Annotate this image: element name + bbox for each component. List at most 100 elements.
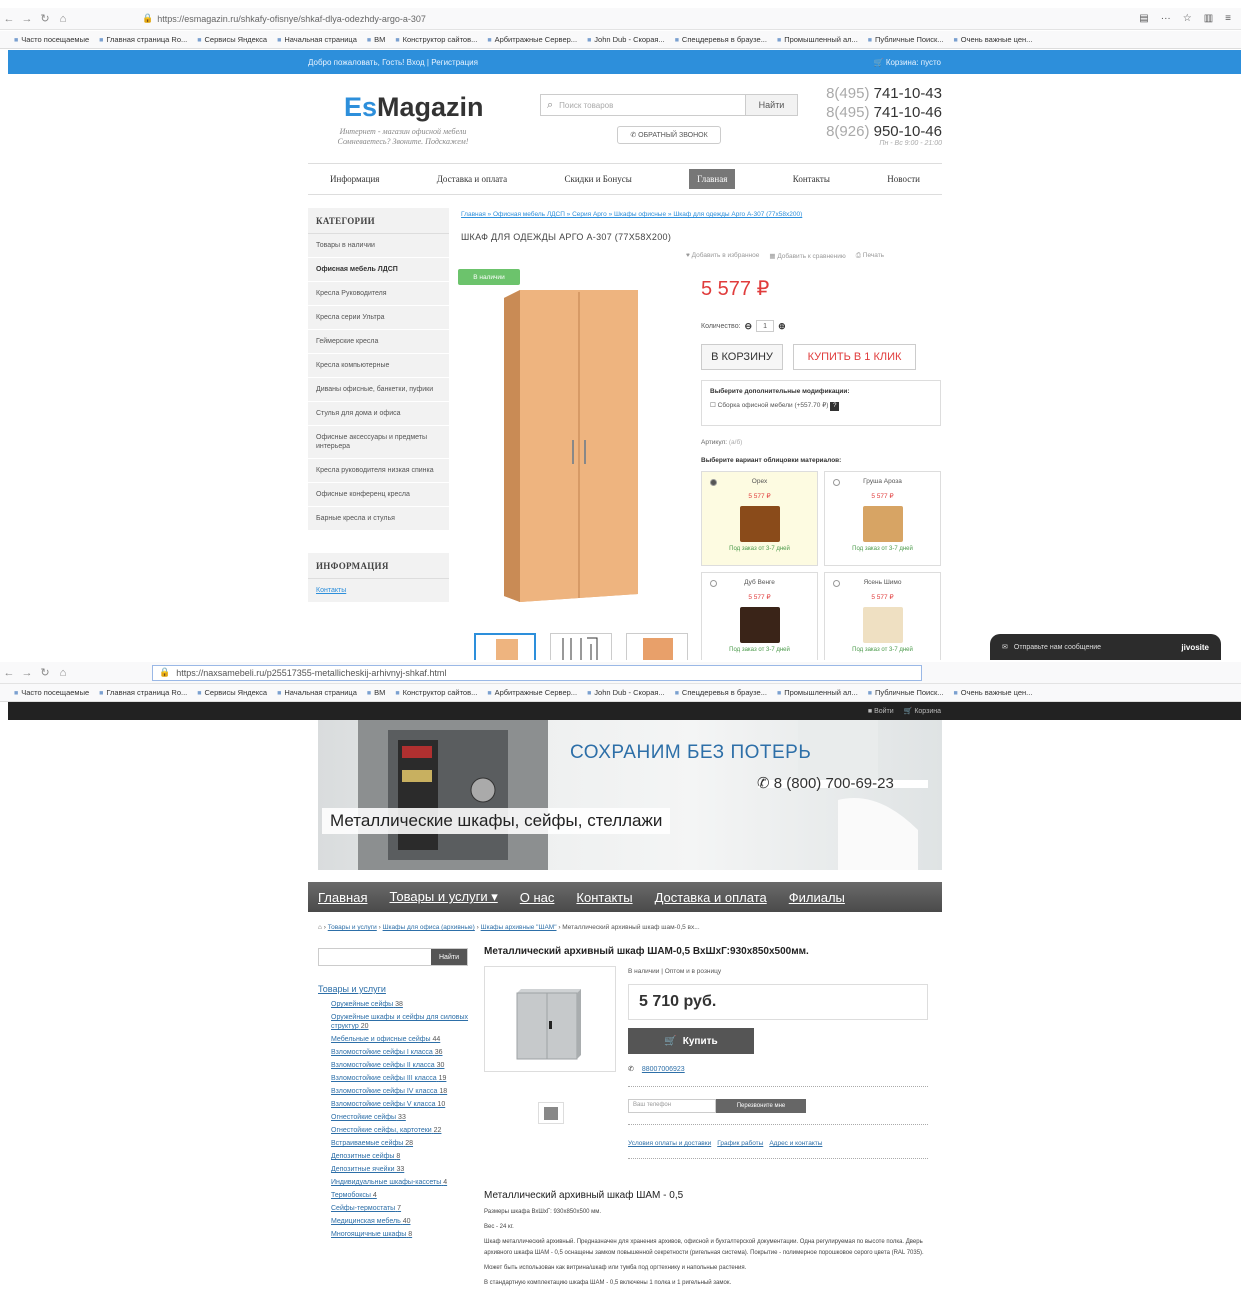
nav-item[interactable]: Главная	[689, 169, 736, 189]
nav-item[interactable]: Товары и услуги ▾	[389, 889, 497, 905]
bookmark-item[interactable]: Спецдеревья в браузе...	[675, 688, 767, 697]
thumbnail-2[interactable]	[550, 633, 612, 660]
category-item[interactable]: Офисные конференц кресла	[308, 483, 449, 507]
sidebar-item[interactable]: Индивидуальные шкафы-кассеты 4	[331, 1178, 478, 1187]
category-item[interactable]: Товары в наличии	[308, 234, 449, 258]
sidebar-item[interactable]: Оружейные сейфы 38	[331, 1000, 478, 1009]
thumbnail-1[interactable]	[474, 633, 536, 660]
sidebar-item[interactable]: Взломостойкие сейфы V класса 10	[331, 1100, 478, 1109]
sidebar-item[interactable]: Оружейные шкафы и сейфы для силовых стру…	[331, 1013, 478, 1031]
minus-icon[interactable]: ⊖	[745, 321, 753, 332]
info-link-contacts[interactable]: Контакты	[308, 579, 449, 603]
category-item[interactable]: Кресла руководителя низкая спинка	[308, 459, 449, 483]
radio-button[interactable]	[710, 479, 717, 486]
reload-icon[interactable]: ↻	[36, 12, 54, 25]
star-icon[interactable]: ☆	[1183, 13, 1192, 24]
bookmark-item[interactable]: Арбитражные Сервер...	[487, 688, 578, 697]
bookmark-item[interactable]: Промышленный ал...	[777, 35, 858, 44]
bookmark-item[interactable]: Начальная страница	[277, 35, 357, 44]
payment-delivery-link[interactable]: Условия оплаты и доставки	[628, 1140, 711, 1147]
phone-input[interactable]: Ваш телефон	[628, 1099, 716, 1113]
search-box-2[interactable]: Найти	[318, 948, 468, 966]
category-item[interactable]: Кресла Руководителя	[308, 282, 449, 306]
phone-row[interactable]: 8(926) 950-10-46	[806, 122, 942, 141]
phone-row[interactable]: 8(495) 741-10-46	[806, 103, 942, 122]
category-item[interactable]: Кресла компьютерные	[308, 354, 449, 378]
nav-item[interactable]: Новости	[887, 174, 920, 184]
sidebar-item[interactable]: Мебельные и офисные сейфы 44	[331, 1035, 478, 1044]
category-item[interactable]: Геймерские кресла	[308, 330, 449, 354]
help-icon[interactable]: ?	[830, 402, 840, 411]
bookmark-item[interactable]: Очень важные цен...	[954, 688, 1033, 697]
search-button[interactable]: Найти	[745, 95, 797, 115]
radio-button[interactable]	[710, 580, 717, 587]
modification-option[interactable]: ☐ Сборка офисной мебели (+557.70 ₽) ?	[710, 401, 932, 411]
bookmark-item[interactable]: Публичные Поиск...	[868, 688, 943, 697]
nav-item[interactable]: Контакты	[576, 890, 632, 905]
favorite-link[interactable]: ♥ Добавить в избранное	[686, 252, 759, 260]
bookmark-item[interactable]: Главная страница Ro...	[99, 688, 187, 697]
sidebar-item[interactable]: Взломостойкие сейфы I класса 36	[331, 1048, 478, 1057]
bookmark-item[interactable]: ВМ	[367, 688, 385, 697]
reader-icon[interactable]: ▤	[1139, 13, 1148, 24]
callback-button[interactable]: ✆ ОБРАТНЫЙ ЗВОНОК	[617, 126, 721, 144]
product-image-wardrobe[interactable]	[504, 290, 638, 602]
nav-item[interactable]: Контакты	[793, 174, 830, 184]
category-item[interactable]: Офисные аксессуары и предметы интерьера	[308, 426, 449, 459]
quantity-input[interactable]: 1	[756, 320, 775, 332]
home-icon[interactable]: ⌂	[54, 667, 72, 679]
product-image-cabinet[interactable]	[484, 966, 616, 1072]
sidebar-item[interactable]: Термобоксы 4	[331, 1191, 478, 1200]
thumbnail-3[interactable]	[626, 633, 688, 660]
bookmark-item[interactable]: Сервисы Яндекса	[197, 35, 268, 44]
forward-icon[interactable]: →	[18, 667, 36, 679]
bookmark-item[interactable]: Арбитражные Сервер...	[487, 35, 578, 44]
search-button-2[interactable]: Найти	[431, 949, 467, 965]
breadcrumb[interactable]: Главная » Офисная мебель ЛДСП » Серия Ар…	[461, 211, 802, 218]
material-swatch[interactable]: Груша Ароза 5 577 ₽ Под заказ от 3-7 дней	[824, 471, 941, 566]
search-input[interactable]: Поиск товаров	[559, 101, 613, 110]
breadcrumb-link-2[interactable]: Шкафы для офиса (архивные)	[383, 924, 475, 931]
breadcrumb-link-1[interactable]: Товары и услуги	[328, 924, 377, 931]
hero-phone[interactable]: ✆ 8 (800) 700-69-23	[757, 774, 894, 792]
material-swatch[interactable]: Ясень Шимо 5 577 ₽ Под заказ от 3-7 дней	[824, 572, 941, 660]
phone-row[interactable]: 8(495) 741-10-43	[806, 84, 942, 103]
site-logo[interactable]: EsMagazin	[344, 92, 484, 123]
home-icon[interactable]: ⌂	[318, 924, 322, 931]
category-item[interactable]: Диваны офисные, банкетки, пуфики	[308, 378, 449, 402]
nav-item[interactable]: Главная	[318, 890, 367, 905]
bookmark-item[interactable]: Сервисы Яндекса	[197, 688, 268, 697]
bookmark-item[interactable]: John Dub - Скорая...	[587, 688, 664, 697]
welcome-text[interactable]: Добро пожаловать, Гость! Вход | Регистра…	[308, 58, 478, 67]
address-link[interactable]: Адрес и контакты	[769, 1140, 822, 1147]
address-field[interactable]: 🔒 https://esmagazin.ru/shkafy-ofisnye/sh…	[142, 11, 426, 27]
category-item[interactable]: Стулья для дома и офиса	[308, 402, 449, 426]
more-icon[interactable]: ···	[1161, 13, 1171, 24]
sidebar-item[interactable]: Взломостойкие сейфы IV класса 18	[331, 1087, 478, 1096]
bookmark-item[interactable]: Часто посещаемые	[14, 35, 89, 44]
sidebar-item[interactable]: Огнестойкие сейфы 33	[331, 1113, 478, 1122]
sidebar-item[interactable]: Депозитные ячейки 33	[331, 1165, 478, 1174]
bookmark-item[interactable]: Конструктор сайтов...	[395, 688, 478, 697]
back-icon[interactable]: ←	[0, 667, 18, 679]
thumbnail-cabinet[interactable]	[538, 1102, 564, 1124]
login-link[interactable]: ■ Войти	[868, 708, 894, 715]
menu-icon[interactable]: ≡	[1225, 13, 1231, 24]
cart-link[interactable]: 🛒 Корзина: пусто	[874, 58, 941, 67]
buy-button[interactable]: 🛒 Купить	[628, 1028, 754, 1054]
nav-item[interactable]: О нас	[520, 890, 555, 905]
bookmark-item[interactable]: Главная страница Ro...	[99, 35, 187, 44]
sidebar-item[interactable]: Сейфы-термостаты 7	[331, 1204, 478, 1213]
bookmark-item[interactable]: John Dub - Скорая...	[587, 35, 664, 44]
nav-item[interactable]: Доставка и оплата	[655, 890, 767, 905]
category-item[interactable]: Офисная мебель ЛДСП	[308, 258, 449, 282]
schedule-link[interactable]: График работы	[717, 1140, 763, 1147]
sidebar-item[interactable]: Многоящичные шкафы 8	[331, 1230, 478, 1239]
forward-icon[interactable]: →	[18, 13, 36, 25]
nav-item[interactable]: Филиалы	[789, 890, 845, 905]
plus-icon[interactable]: ⊕	[778, 321, 786, 332]
bookmark-item[interactable]: ВМ	[367, 35, 385, 44]
material-swatch[interactable]: Орех 5 577 ₽ Под заказ от 3-7 дней	[701, 471, 818, 566]
chat-widget[interactable]: ✉ Отправьте нам сообщение jivosite	[990, 634, 1221, 660]
bookmark-item[interactable]: Конструктор сайтов...	[395, 35, 478, 44]
